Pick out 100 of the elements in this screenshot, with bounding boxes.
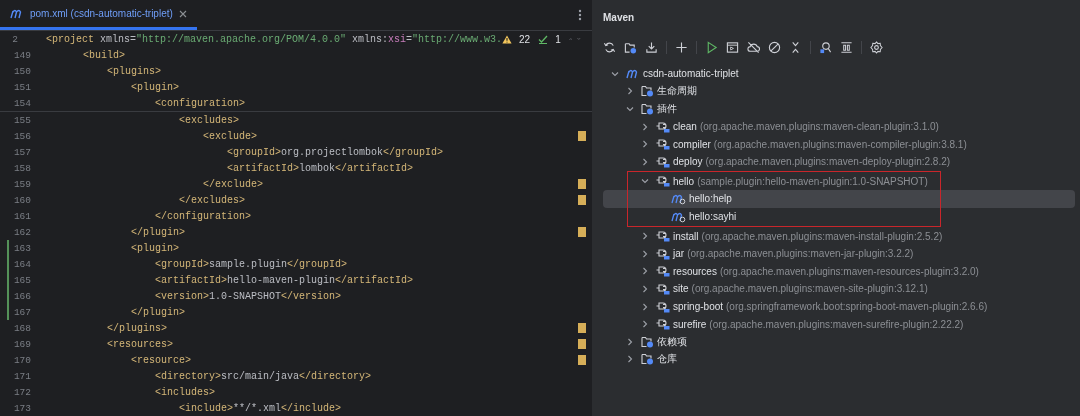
more-icon[interactable] xyxy=(578,9,582,21)
plug-icon xyxy=(656,265,670,278)
plugin-coordinates: (org.apache.maven.plugins:maven-compiler-plugin:3.8.1) xyxy=(713,138,967,150)
tree-item[interactable]: deploy (org.apache.maven.plugins:maven-deploy-plugin:2.8.2) xyxy=(603,152,1075,171)
line-number: 151 xyxy=(12,81,31,93)
block-icon[interactable] xyxy=(768,40,781,54)
code-line: </plugin> xyxy=(131,226,186,238)
tree-item[interactable]: compiler (org.apache.maven.plugins:maven-compiler-plugin:3.8.1) xyxy=(603,135,1075,153)
tree-item[interactable]: 生命周期 xyxy=(603,82,1075,101)
plug-icon xyxy=(656,120,670,133)
code-line: <includes> xyxy=(155,386,216,398)
code-line: <directory>src/main/java</directory> xyxy=(155,370,372,382)
tree-item[interactable]: site (org.apache.maven.plugins:maven-site-plugin:3.12.1) xyxy=(603,280,1075,298)
line-number: 157 xyxy=(12,146,31,158)
plus-icon[interactable] xyxy=(675,40,688,54)
line-number: 163 xyxy=(12,242,31,254)
chevron-down-icon[interactable] xyxy=(611,69,619,78)
warning-count[interactable]: 22 xyxy=(502,33,531,45)
plug-icon xyxy=(656,282,670,295)
tree-item[interactable]: jar (org.apache.maven.plugins:maven-jar-plugin:3.2.2) xyxy=(603,244,1075,263)
plugin-coordinates: (org.apache.maven.plugins:maven-resources-plugin:3.2.0) xyxy=(719,265,979,277)
plug-icon xyxy=(656,230,670,243)
warning-marker[interactable] xyxy=(578,131,586,141)
chevron-right-icon[interactable] xyxy=(626,87,634,96)
tree-item[interactable]: hello:sayhi xyxy=(603,207,1075,226)
code-line: <groupId>org.projectlombok</groupId> xyxy=(227,146,444,158)
editor-tab[interactable]: pom.xml (csdn-automatic-triplet) xyxy=(0,0,197,30)
plug-icon xyxy=(656,300,670,313)
line-number: 2 xyxy=(11,33,18,45)
code-line: <exclude> xyxy=(203,130,258,142)
warning-marker[interactable] xyxy=(578,355,586,365)
folder-refresh-icon[interactable] xyxy=(624,40,637,54)
line-number: 168 xyxy=(12,322,31,334)
folder-icon xyxy=(641,103,654,115)
person-search-icon[interactable] xyxy=(819,40,832,54)
window-icon[interactable] xyxy=(726,40,739,54)
line-number: 158 xyxy=(12,162,31,174)
plugin-coordinates: (org.apache.maven.plugins:maven-deploy-plugin:2.8.2) xyxy=(705,156,951,168)
code-line: <include>**/*.xml</include> xyxy=(179,402,342,414)
folder-icon xyxy=(641,335,654,348)
download-icon[interactable] xyxy=(645,40,658,54)
maven-icon xyxy=(626,68,640,79)
line-number: 167 xyxy=(12,306,31,318)
line-number: 155 xyxy=(12,114,31,126)
code-line: </plugin> xyxy=(131,306,186,318)
tree-item[interactable]: install (org.apache.maven.plugins:maven-install-plugin:2.5.2) xyxy=(603,227,1075,245)
plug-icon xyxy=(656,318,670,331)
folder-icon xyxy=(641,85,654,98)
warning-icon xyxy=(502,34,513,44)
panel-title: Maven xyxy=(602,11,636,25)
line-number: 156 xyxy=(12,130,31,142)
tree-item[interactable]: 插件 xyxy=(603,100,1075,118)
settings-icon[interactable] xyxy=(870,40,883,54)
plugin-coordinates: (org.apache.maven.plugins:maven-install-plugin:2.5.2) xyxy=(701,230,943,242)
warning-marker[interactable] xyxy=(578,339,586,349)
line-number: 169 xyxy=(12,338,31,350)
tree-item[interactable]: spring-boot (org.springframework.boot:spring-boot-maven-plugin:2.6.6) xyxy=(603,297,1075,316)
folder-icon xyxy=(641,353,654,366)
plugin-coordinates: (sample.plugin:hello-maven-plugin:1.0-SNAPSHOT) xyxy=(697,175,928,187)
line-number: 164 xyxy=(12,258,31,270)
warning-marker[interactable] xyxy=(578,195,586,205)
goal-icon xyxy=(671,192,686,205)
code-line: <version>1.0-SNAPSHOT</version> xyxy=(155,290,342,302)
goal-icon xyxy=(671,210,686,223)
plug-icon xyxy=(656,138,670,151)
chevron-down-icon[interactable] xyxy=(641,177,649,186)
line-number: 172 xyxy=(12,386,31,398)
tree-item[interactable]: 依赖项 xyxy=(603,332,1075,351)
warning-marker[interactable] xyxy=(578,323,586,333)
run-icon[interactable] xyxy=(705,40,718,54)
tree-item[interactable]: surefire (org.apache.maven.plugins:maven-surefire-plugin:2.22.2) xyxy=(603,315,1075,333)
tree-item[interactable]: hello:help xyxy=(603,190,1075,208)
line-number: 170 xyxy=(12,354,31,366)
line-number: 173 xyxy=(12,402,31,414)
plugin-coordinates: (org.springframework.boot:spring-boot-maven-plugin:2.6.6) xyxy=(726,301,988,312)
tree-item[interactable]: 仓库 xyxy=(603,350,1075,369)
code-line: <configuration> xyxy=(155,97,246,109)
tree-item[interactable]: resources (org.apache.maven.plugins:maven-resources-plugin:3.2.0) xyxy=(603,262,1075,281)
tree-item[interactable]: hello (sample.plugin:hello-maven-plugin:1.0-SNAPSHOT) xyxy=(603,172,1075,191)
tree-item[interactable]: clean (org.apache.maven.plugins:maven-clean-plugin:3.1.0) xyxy=(603,117,1075,136)
close-icon[interactable] xyxy=(178,9,187,18)
plug-icon xyxy=(656,155,670,168)
plugin-coordinates: (org.apache.maven.plugins:maven-jar-plugin:3.2.2) xyxy=(687,248,914,260)
line-number: 166 xyxy=(12,290,31,302)
chevron-down-icon[interactable] xyxy=(626,105,634,113)
line-number: 171 xyxy=(12,370,31,382)
warning-marker[interactable] xyxy=(578,227,586,237)
tree-item[interactable]: csdn-automatic-triplet xyxy=(603,65,1075,83)
plug-icon xyxy=(656,175,670,188)
check-count[interactable]: 1 xyxy=(538,33,561,45)
refresh-icon[interactable] xyxy=(603,40,616,54)
line-number: 149 xyxy=(12,49,31,61)
code-line: <groupId>sample.plugin</groupId> xyxy=(155,258,348,270)
code-line: <plugin> xyxy=(131,81,180,93)
line-number: 159 xyxy=(12,178,31,190)
code-line: <resource> xyxy=(131,354,192,366)
align-icon[interactable] xyxy=(840,40,853,54)
check-icon xyxy=(538,34,549,44)
warning-marker[interactable] xyxy=(578,179,586,189)
cloud-off-icon[interactable] xyxy=(747,40,760,54)
